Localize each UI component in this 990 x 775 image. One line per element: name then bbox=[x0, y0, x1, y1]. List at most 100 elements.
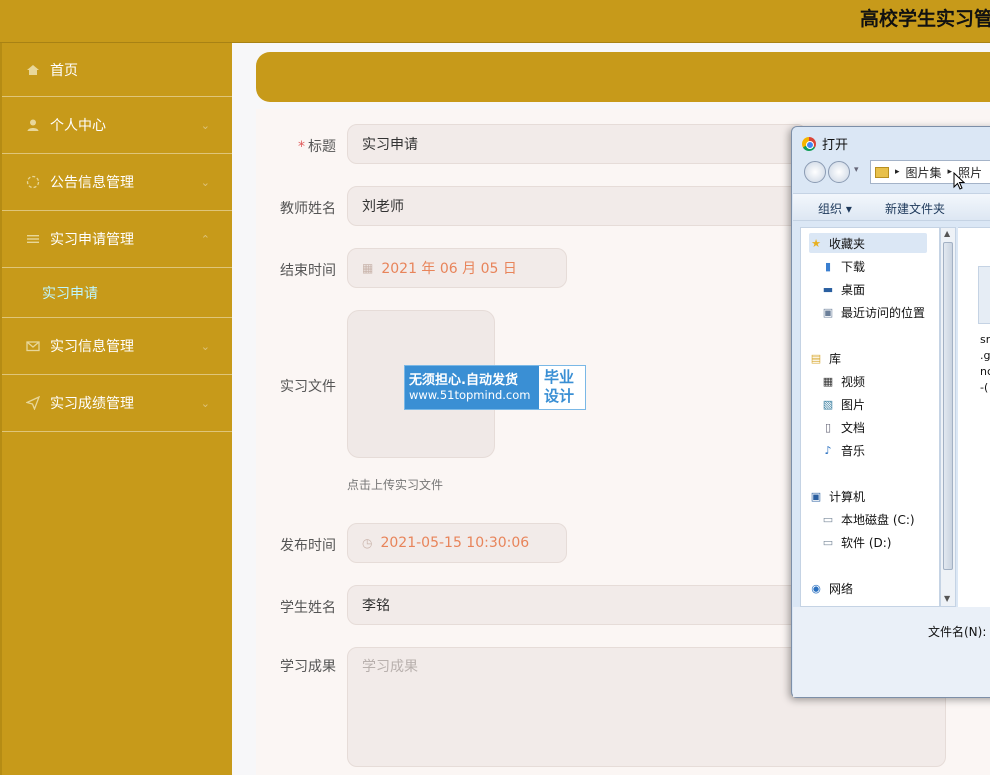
network-icon: ◉ bbox=[811, 582, 821, 595]
teacher-input[interactable]: 刘老师 bbox=[347, 186, 807, 226]
address-bar[interactable]: ▸ 图片集 ▸ 照片 bbox=[870, 160, 990, 184]
document-icon: ▯ bbox=[824, 421, 832, 434]
sidebar: 首页 个人中心 ⌄ 公告信息管理 ⌄ 实习申请管理 ⌃ 实习申请 实习信息管理 … bbox=[0, 43, 232, 775]
scroll-thumb[interactable] bbox=[943, 242, 953, 570]
sidebar-subitem-application[interactable]: 实习申请 bbox=[2, 268, 232, 318]
tree-favorites[interactable]: ★ 收藏夹 bbox=[809, 233, 927, 253]
sidebar-item-notice[interactable]: 公告信息管理 ⌄ bbox=[2, 154, 232, 211]
tree-drive-d[interactable]: ▭ 软件 (D:) bbox=[821, 534, 892, 551]
chrome-icon bbox=[802, 136, 816, 151]
top-header: 高校学生实习管 bbox=[0, 0, 990, 43]
tree-scrollbar[interactable]: ▲ ▼ bbox=[940, 227, 956, 607]
breadcrumb-arrow-icon: ▸ bbox=[895, 167, 900, 177]
watermark-right1: 毕业 bbox=[544, 368, 575, 386]
sidebar-item-internship-info[interactable]: 实习信息管理 ⌄ bbox=[2, 318, 232, 375]
home-icon bbox=[24, 61, 42, 79]
folder-icon bbox=[875, 166, 889, 178]
title-input[interactable]: 实习申请 bbox=[347, 124, 807, 164]
download-folder-icon: ▮ bbox=[824, 260, 832, 273]
sidebar-item-label: 实习申请管理 bbox=[50, 232, 134, 248]
sidebar-item-profile[interactable]: 个人中心 ⌄ bbox=[2, 97, 232, 154]
clock-icon: ◷ bbox=[362, 536, 373, 550]
end-time-value: 2021 年 06 月 05 日 bbox=[381, 261, 517, 277]
scroll-up-icon[interactable]: ▲ bbox=[944, 229, 950, 238]
organize-button[interactable]: 组织 ▾ bbox=[818, 200, 852, 217]
mail-icon bbox=[24, 337, 42, 355]
publish-time-value: 2021-05-15 10:30:06 bbox=[380, 535, 530, 551]
open-file-dialog: 打开 ▾ ▸ 图片集 ▸ 照片 组织 ▾ 新建文件夹 ★ 收藏夹 ▮ 下载 ▬ … bbox=[791, 126, 990, 698]
dialog-title-bar: 打开 bbox=[802, 134, 848, 153]
forward-button[interactable] bbox=[828, 161, 850, 183]
app-title: 高校学生实习管 bbox=[860, 8, 990, 30]
dialog-toolbar: 组织 ▾ 新建文件夹 bbox=[793, 193, 990, 221]
chevron-up-icon: ⌃ bbox=[200, 233, 210, 246]
breadcrumb-pictures[interactable]: 图片集 bbox=[906, 164, 942, 181]
student-label: 学生姓名 bbox=[280, 600, 336, 616]
student-input[interactable]: 李铭 bbox=[347, 585, 807, 625]
list-icon bbox=[24, 230, 42, 248]
file-name-fragments[interactable]: sr .g nc -( bbox=[980, 332, 990, 396]
end-time-picker[interactable]: ▦ 2021 年 06 月 05 日 bbox=[347, 248, 567, 288]
sidebar-item-label: 首页 bbox=[50, 62, 78, 79]
chevron-down-icon: ⌄ bbox=[200, 397, 210, 410]
tree-computer[interactable]: ▣ 计算机 bbox=[809, 488, 865, 505]
sidebar-item-label: 实习信息管理 bbox=[50, 339, 134, 355]
filename-label: 文件名(N): bbox=[928, 625, 987, 639]
library-icon: ▤ bbox=[810, 352, 822, 365]
file-label: 实习文件 bbox=[280, 379, 336, 395]
chevron-down-icon: ⌄ bbox=[200, 119, 210, 132]
tree-documents[interactable]: ▯ 文档 bbox=[821, 419, 865, 436]
star-icon: ★ bbox=[811, 236, 821, 250]
title-label: * 标题 bbox=[298, 139, 336, 155]
publish-time-label: 发布时间 bbox=[280, 538, 336, 554]
chevron-down-icon: ⌄ bbox=[200, 340, 210, 353]
calendar-icon: ▦ bbox=[362, 261, 374, 275]
sidebar-item-home[interactable]: 首页 bbox=[2, 43, 232, 97]
end-time-label: 结束时间 bbox=[280, 263, 336, 279]
desktop-icon: ▬ bbox=[822, 283, 834, 296]
computer-icon: ▣ bbox=[810, 490, 822, 503]
sidebar-item-grades[interactable]: 实习成绩管理 ⌄ bbox=[2, 375, 232, 432]
new-folder-button[interactable]: 新建文件夹 bbox=[885, 200, 945, 217]
picture-icon: ▧ bbox=[822, 398, 834, 411]
tree-recent[interactable]: ▣ 最近访问的位置 bbox=[821, 304, 925, 321]
sidebar-item-label: 个人中心 bbox=[50, 118, 106, 134]
mouse-cursor-icon bbox=[953, 172, 965, 190]
drive-icon: ▭ bbox=[822, 513, 834, 526]
notice-icon bbox=[24, 173, 42, 191]
file-list: sr .g nc -( bbox=[958, 227, 990, 607]
sidebar-item-label: 公告信息管理 bbox=[50, 175, 134, 191]
tree-music[interactable]: ♪ 音乐 bbox=[821, 442, 865, 459]
tree-network[interactable]: ◉ 网络 bbox=[809, 580, 853, 597]
tree-drive-c[interactable]: ▭ 本地磁盘 (C:) bbox=[821, 511, 915, 528]
navigation-tree: ★ 收藏夹 ▮ 下载 ▬ 桌面 ▣ 最近访问的位置 ▤ 库 ▦ 视频 ▧ 图片 … bbox=[800, 227, 940, 607]
watermark-line1: 无须担心.自动发货 bbox=[409, 373, 518, 388]
watermark-url: www.51topmind.com bbox=[409, 388, 531, 402]
publish-time-picker[interactable]: ◷ 2021-05-15 10:30:06 bbox=[347, 523, 567, 563]
dialog-title: 打开 bbox=[822, 138, 849, 153]
file-thumbnail[interactable] bbox=[978, 266, 990, 324]
drive-icon: ▭ bbox=[822, 536, 834, 549]
user-icon bbox=[24, 116, 42, 134]
watermark-right2: 设计 bbox=[544, 387, 575, 405]
video-icon: ▦ bbox=[822, 375, 834, 388]
breadcrumb-arrow-icon[interactable]: ▸ bbox=[948, 167, 953, 177]
chevron-down-icon: ⌄ bbox=[200, 176, 210, 189]
dialog-bottom-area bbox=[793, 607, 990, 697]
history-dropdown-icon[interactable]: ▾ bbox=[854, 165, 859, 175]
tree-downloads[interactable]: ▮ 下载 bbox=[821, 258, 865, 275]
result-label: 学习成果 bbox=[280, 659, 336, 675]
recent-places-icon: ▣ bbox=[822, 306, 834, 319]
file-upload-hint: 点击上传实习文件 bbox=[347, 478, 444, 492]
teacher-label: 教师姓名 bbox=[280, 201, 336, 217]
scroll-down-icon[interactable]: ▼ bbox=[944, 594, 950, 603]
back-button[interactable] bbox=[804, 161, 826, 183]
tree-pictures[interactable]: ▧ 图片 bbox=[821, 396, 865, 413]
music-icon: ♪ bbox=[824, 444, 832, 457]
tree-libraries[interactable]: ▤ 库 bbox=[809, 350, 841, 367]
sidebar-item-label: 实习成绩管理 bbox=[50, 396, 134, 412]
tree-desktop[interactable]: ▬ 桌面 bbox=[821, 281, 865, 298]
tree-videos[interactable]: ▦ 视频 bbox=[821, 373, 865, 390]
sidebar-item-application[interactable]: 实习申请管理 ⌃ bbox=[2, 211, 232, 268]
page-banner bbox=[256, 52, 990, 102]
